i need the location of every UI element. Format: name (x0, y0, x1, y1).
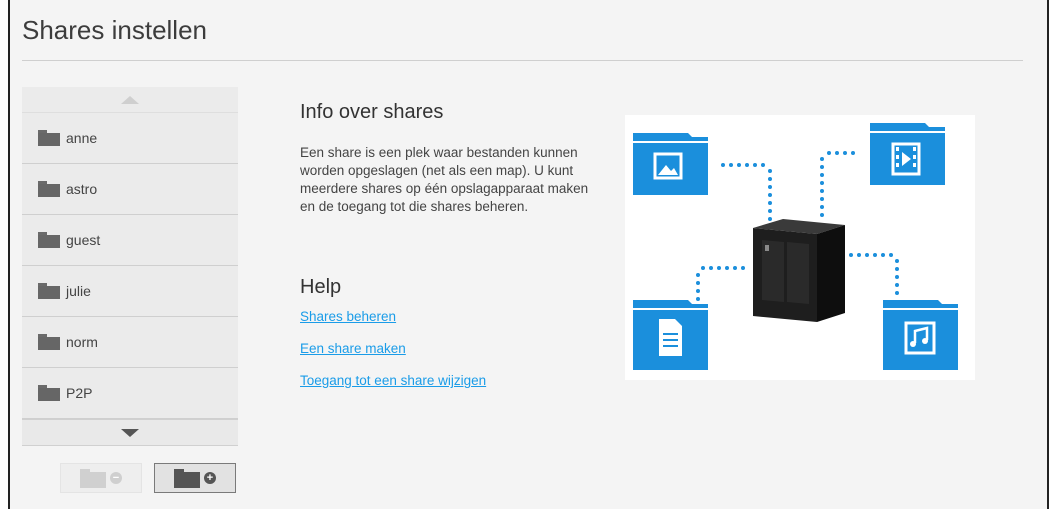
share-list-actions: − + (60, 463, 236, 493)
info-title: Info over shares (300, 101, 444, 123)
share-list: anne astro guest julie norm P2P (22, 87, 238, 446)
chevron-down-icon (121, 428, 139, 437)
share-item-label: P2P (66, 385, 93, 401)
share-item-guest[interactable]: guest (22, 215, 238, 266)
page-title: Shares instellen (22, 15, 207, 45)
folder-icon (38, 283, 60, 299)
share-item-anne[interactable]: anne (22, 113, 238, 164)
title-divider (22, 60, 1023, 61)
document-folder-icon (633, 300, 708, 370)
folder-icon (80, 468, 106, 488)
share-item-label: anne (66, 130, 98, 146)
shares-illustration (625, 115, 975, 380)
remove-share-button[interactable]: − (60, 463, 142, 493)
shares-illustration-svg (633, 123, 958, 370)
minus-icon: − (110, 472, 122, 484)
help-title: Help (300, 276, 342, 298)
music-folder-icon (883, 300, 958, 370)
share-item-norm[interactable]: norm (22, 317, 238, 368)
share-item-label: astro (66, 181, 98, 197)
scroll-up-button[interactable] (22, 87, 238, 113)
share-item-label: guest (66, 232, 101, 248)
help-link-create-share[interactable]: Een share maken (300, 341, 406, 356)
share-item-julie[interactable]: julie (22, 266, 238, 317)
image-folder-icon (633, 133, 708, 195)
video-folder-icon (870, 123, 945, 185)
scroll-down-button[interactable] (22, 419, 238, 446)
share-item-label: julie (66, 283, 91, 299)
share-item-label: norm (66, 334, 98, 350)
folder-icon (38, 232, 60, 248)
help-link-change-access[interactable]: Toegang tot een share wijzigen (300, 373, 486, 388)
add-share-button[interactable]: + (154, 463, 236, 493)
folder-icon (174, 468, 200, 488)
folder-icon (38, 385, 60, 401)
plus-icon: + (204, 472, 216, 484)
share-item-astro[interactable]: astro (22, 164, 238, 215)
folder-icon (38, 334, 60, 350)
folder-icon (38, 130, 60, 146)
nas-device-icon (753, 219, 845, 322)
share-item-p2p[interactable]: P2P (22, 368, 238, 419)
folder-icon (38, 181, 60, 197)
chevron-up-icon (121, 95, 139, 104)
help-link-manage-shares[interactable]: Shares beheren (300, 309, 396, 324)
info-text: Een share is een plek waar bestanden kun… (300, 145, 589, 214)
